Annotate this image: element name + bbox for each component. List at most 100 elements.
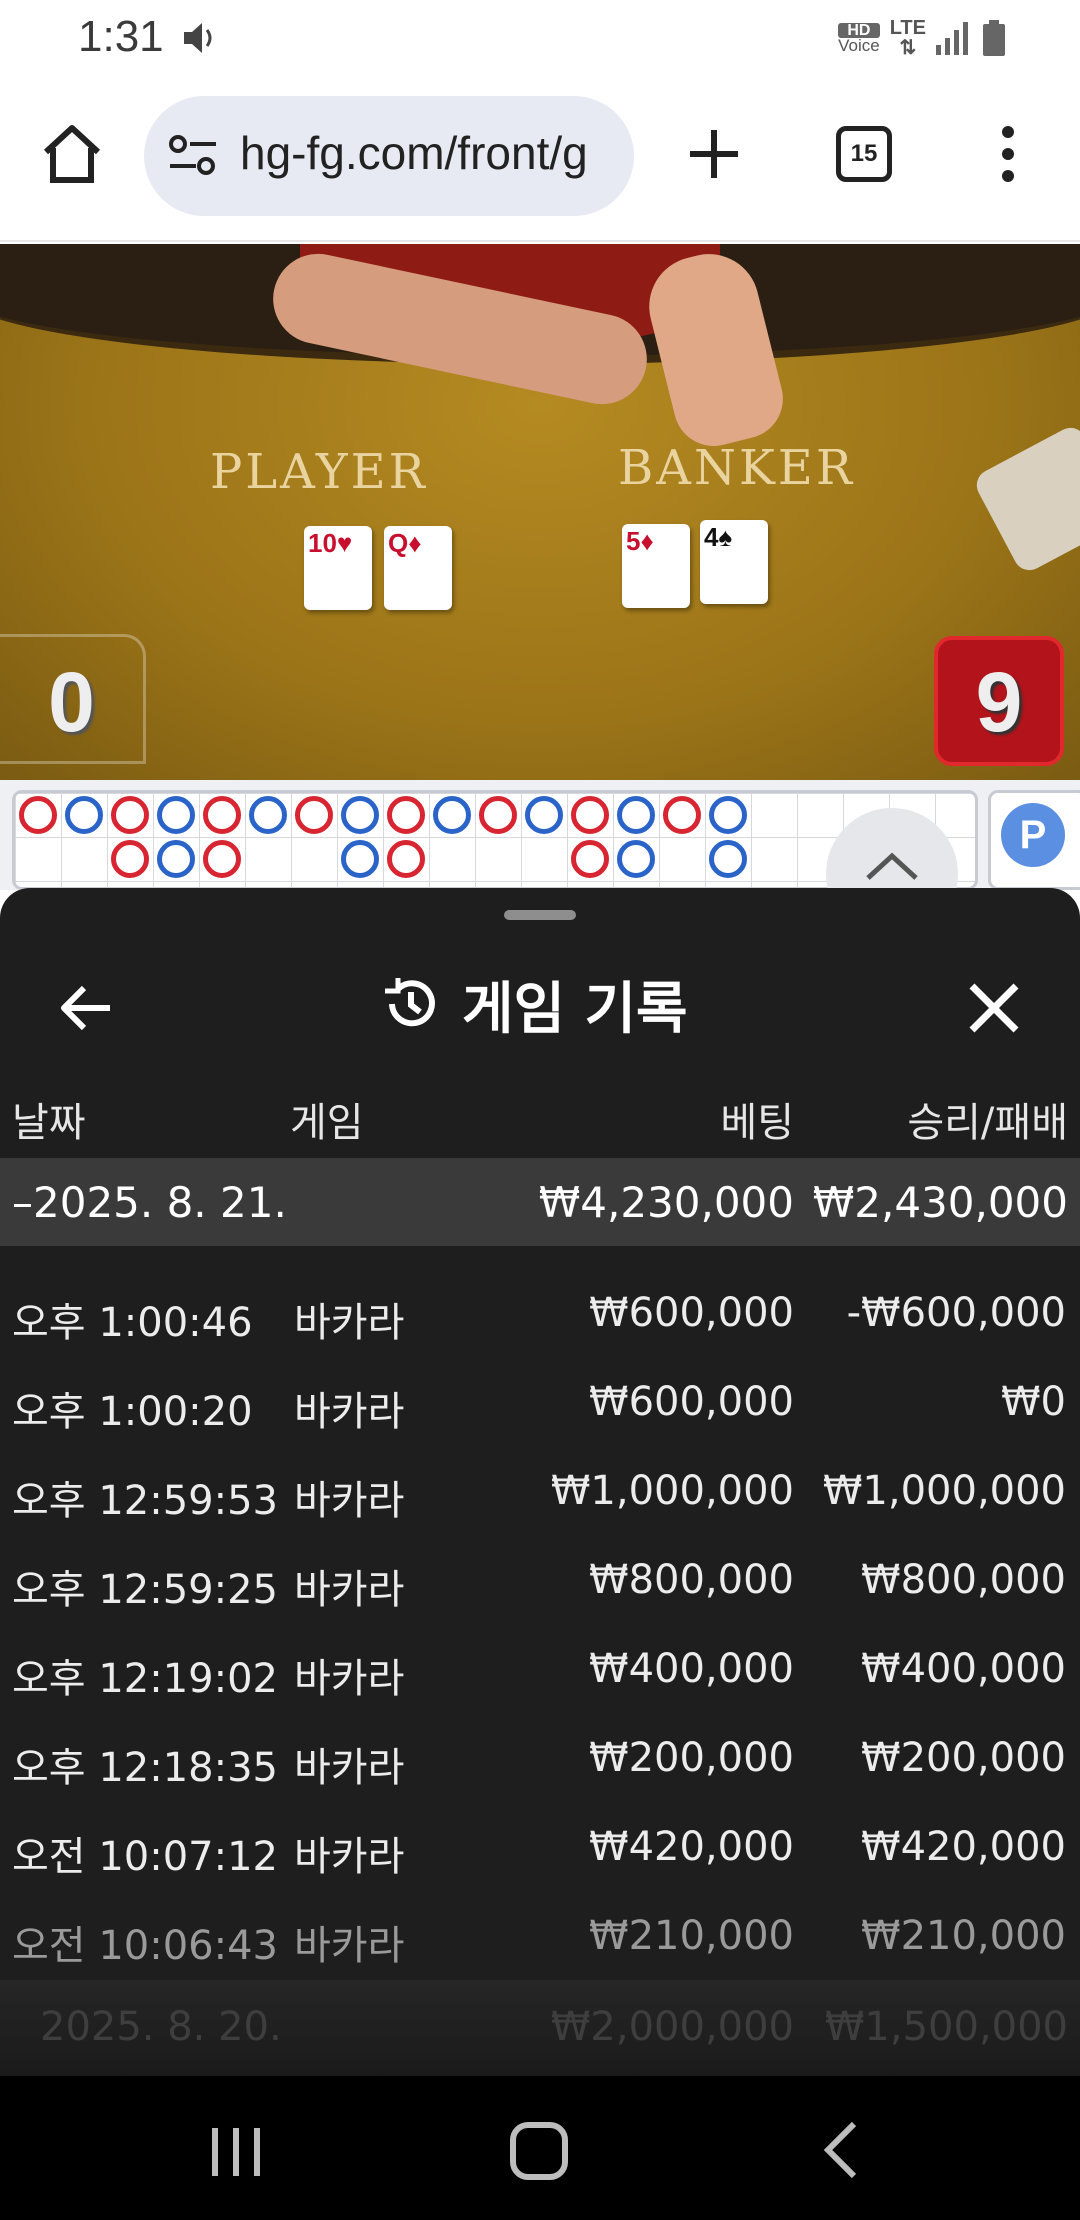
- back-nav-icon[interactable]: [820, 2120, 860, 2180]
- row-bet: ₩600,000: [589, 1290, 794, 1336]
- row-result: ₩420,000: [861, 1824, 1066, 1870]
- date-group-row[interactable]: –2025. 8. 21. ₩4,230,000 ₩2,430,000: [0, 1158, 1080, 1246]
- row-bet: ₩800,000: [589, 1557, 794, 1603]
- row-game: 바카라: [294, 1567, 405, 1613]
- game-history-sheet: 게임 기록 날짜 게임 베팅 승리/패배 –2025. 8. 21. ₩4,23…: [0, 888, 1080, 2078]
- row-game: 바카라: [294, 1300, 405, 1346]
- next-group-win-total: ₩1,500,000: [824, 2004, 1068, 2050]
- bead-banker: [111, 796, 149, 834]
- row-result: ₩210,000: [861, 1913, 1066, 1959]
- bead-player: [157, 840, 195, 878]
- system-nav-bar: [0, 2076, 1080, 2220]
- banker-card-1: 5♦: [622, 524, 690, 608]
- row-game: 바카라: [294, 1389, 405, 1435]
- phone-screen: 1:31 HD Voice LTE ⇅ hg-fg.com/front/g 15…: [0, 0, 1080, 2220]
- row-bet: ₩600,000: [589, 1379, 794, 1425]
- row-time: 오전 10:06:43: [12, 1923, 278, 1969]
- row-bet: ₩420,000: [589, 1824, 794, 1870]
- bead-banker: [663, 796, 701, 834]
- history-row[interactable]: 오후 12:59:25 바카라 ₩800,000 ₩800,000: [0, 1541, 1080, 1630]
- banker-card-2: 4♠: [700, 520, 768, 604]
- player-score: 0: [0, 634, 146, 764]
- bead-banker: [571, 840, 609, 878]
- history-row[interactable]: 오후 12:18:35 바카라 ₩200,000 ₩200,000: [0, 1719, 1080, 1808]
- history-row[interactable]: 오후 12:59:53 바카라 ₩1,000,000 ₩1,000,000: [0, 1452, 1080, 1541]
- row-bet: ₩210,000: [589, 1913, 794, 1959]
- battery-icon: [983, 20, 1005, 56]
- bead-player: [617, 840, 655, 878]
- bead-banker: [295, 796, 333, 834]
- network-indicator: LTE ⇅: [889, 17, 926, 59]
- roadmap-side-panel: P: [988, 790, 1080, 890]
- bead-player: [525, 796, 563, 834]
- card-shoe: [971, 422, 1080, 576]
- player-card-1: 10♥: [304, 526, 372, 610]
- bead-banker: [479, 796, 517, 834]
- address-bar[interactable]: hg-fg.com/front/g: [144, 96, 634, 216]
- live-game-video: PLAYER BANKER 10♥ Q♦ 5♦ 4♠ 0 9: [0, 244, 1080, 780]
- plus-icon[interactable]: [684, 124, 744, 184]
- bead-banker: [571, 796, 609, 834]
- bead-player: [341, 840, 379, 878]
- group-win-total: ₩2,430,000: [812, 1178, 1068, 1227]
- bead-player: [249, 796, 287, 834]
- bead-banker: [203, 796, 241, 834]
- sheet-drag-handle[interactable]: [504, 910, 576, 920]
- bead-player: [157, 796, 195, 834]
- row-result: -₩600,000: [846, 1290, 1066, 1336]
- row-game: 바카라: [294, 1745, 405, 1791]
- row-result: ₩1,000,000: [822, 1468, 1066, 1514]
- history-row[interactable]: 오전 10:07:12 바카라 ₩420,000 ₩420,000: [0, 1808, 1080, 1897]
- next-group-bet-total: ₩2,000,000: [550, 2004, 794, 2050]
- more-vert-icon[interactable]: [990, 124, 1026, 184]
- url-text: hg-fg.com/front/g: [240, 127, 588, 179]
- bead-player: [433, 796, 471, 834]
- bead-banker: [111, 840, 149, 878]
- history-table-header: 날짜 게임 베팅 승리/패배: [0, 1068, 1080, 1158]
- row-time: 오전 10:07:12: [12, 1834, 278, 1880]
- row-time: 오후 12:18:35: [12, 1745, 278, 1791]
- bead-player: [341, 796, 379, 834]
- bead-banker: [387, 840, 425, 878]
- sheet-header: 게임 기록: [380, 964, 688, 1044]
- tune-icon[interactable]: [168, 134, 218, 178]
- history-row[interactable]: 오후 1:00:20 바카라 ₩600,000 ₩0: [0, 1363, 1080, 1452]
- column-game: 게임: [290, 1100, 364, 1146]
- bead-banker: [387, 796, 425, 834]
- recent-apps-icon[interactable]: [208, 2128, 264, 2176]
- history-rows: 오후 1:00:46 바카라 ₩600,000 -₩600,000 오후 1:00:20…: [0, 1274, 1080, 1986]
- row-game: 바카라: [294, 1923, 405, 1969]
- home-icon[interactable]: [40, 122, 104, 186]
- column-win-loss: 승리/패배: [907, 1100, 1068, 1146]
- player-card-2: Q♦: [384, 526, 452, 610]
- arrow-left-icon[interactable]: [58, 980, 114, 1036]
- home-nav-button[interactable]: [510, 2122, 568, 2180]
- player-area-label: PLAYER: [210, 444, 428, 500]
- history-row[interactable]: 오후 1:00:46 바카라 ₩600,000 -₩600,000: [0, 1274, 1080, 1363]
- row-result: ₩200,000: [861, 1735, 1066, 1781]
- row-game: 바카라: [294, 1478, 405, 1524]
- hd-voice-indicator: HD Voice: [838, 22, 880, 55]
- bead-banker: [203, 840, 241, 878]
- row-time: 오후 1:00:20: [12, 1389, 253, 1435]
- signal-icon: [936, 22, 968, 55]
- row-time: 오후 12:19:02: [12, 1656, 278, 1702]
- status-bar: 1:31 HD Voice LTE ⇅: [0, 0, 1080, 76]
- row-bet: ₩1,000,000: [550, 1468, 794, 1514]
- banker-area-label: BANKER: [618, 440, 855, 496]
- row-time: 오후 12:59:53: [12, 1478, 278, 1524]
- row-time: 오후 12:59:25: [12, 1567, 278, 1613]
- player-prediction-badge[interactable]: P: [1001, 803, 1065, 867]
- history-icon: [385, 978, 435, 1027]
- close-icon[interactable]: [966, 980, 1022, 1036]
- chevron-up-icon: [866, 852, 918, 880]
- history-row[interactable]: 오후 12:19:02 바카라 ₩400,000 ₩400,000: [0, 1630, 1080, 1719]
- tab-switcher-button[interactable]: 15: [836, 126, 892, 182]
- column-bet: 베팅: [720, 1100, 794, 1146]
- group-bet-total: ₩4,230,000: [538, 1178, 794, 1227]
- bead-player: [65, 796, 103, 834]
- history-row[interactable]: 오전 10:06:43 바카라 ₩210,000 ₩210,000: [0, 1897, 1080, 1986]
- volume-icon: [184, 23, 212, 53]
- date-group-row-next[interactable]: 2025. 8. 20. ₩2,000,000 ₩1,500,000: [0, 1980, 1080, 2078]
- row-result: ₩0: [1001, 1379, 1066, 1425]
